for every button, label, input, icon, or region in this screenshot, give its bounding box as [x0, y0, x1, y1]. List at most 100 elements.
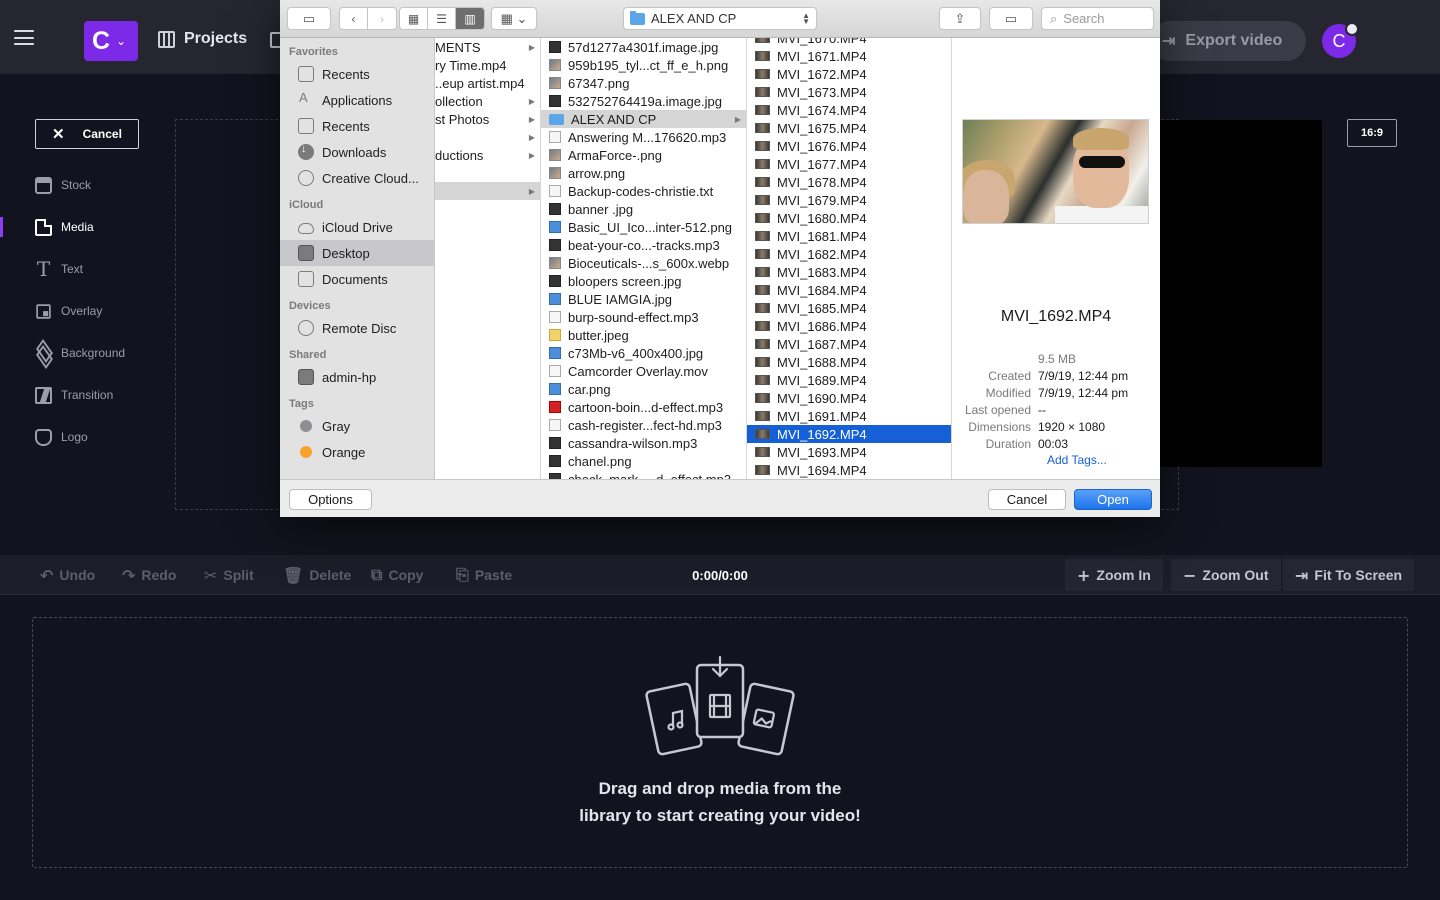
file-row[interactable]: MVI_1682.MP4: [747, 245, 951, 263]
sidebar-item-transition[interactable]: Transition: [0, 374, 170, 416]
tag-button[interactable]: ▭: [989, 7, 1033, 30]
file-row[interactable]: MVI_1670.MP4: [747, 38, 951, 47]
folder-row[interactable]: [435, 164, 540, 182]
search-field[interactable]: ⌕ Search: [1041, 7, 1154, 30]
icon-view-button[interactable]: ▦: [400, 8, 428, 29]
file-row[interactable]: MVI_1689.MP4: [747, 371, 951, 389]
file-row[interactable]: MVI_1690.MP4: [747, 389, 951, 407]
folder-row[interactable]: ▶: [435, 128, 540, 146]
folder-row[interactable]: ductions ▶: [435, 146, 540, 164]
file-row[interactable]: MVI_1684.MP4: [747, 281, 951, 299]
add-tags-link[interactable]: Add Tags...: [1047, 453, 1107, 467]
file-row[interactable]: MVI_1687.MP4: [747, 335, 951, 353]
file-row[interactable]: 959b195_tyl...ct_ff_e_h.png: [541, 56, 746, 74]
file-row[interactable]: MVI_1675.MP4: [747, 119, 951, 137]
file-row[interactable]: MVI_1677.MP4: [747, 155, 951, 173]
menu-icon[interactable]: [14, 30, 34, 45]
sidebar-item-icloud-drive[interactable]: iCloud Drive: [280, 214, 434, 240]
back-button[interactable]: ‹: [340, 8, 368, 29]
file-row[interactable]: check_mark_...d_effect.mp3: [541, 470, 746, 479]
zoom-in-button[interactable]: + Zoom In: [1065, 559, 1163, 591]
file-row[interactable]: MVI_1681.MP4: [747, 227, 951, 245]
sidebar-item-media[interactable]: Media: [0, 206, 170, 248]
sidebar-item-downloads[interactable]: Downloads: [280, 139, 434, 165]
folder-row[interactable]: st Photos ▶: [435, 110, 540, 128]
list-view-button[interactable]: ☰: [428, 8, 456, 29]
folder-row[interactable]: MENTS ▶: [435, 38, 540, 56]
sidebar-item-admin-hp[interactable]: admin-hp: [280, 364, 434, 390]
sidebar-item-overlay[interactable]: Overlay: [0, 290, 170, 332]
sidebar-item-logo[interactable]: Logo: [0, 416, 170, 458]
file-row[interactable]: MVI_1693.MP4: [747, 443, 951, 461]
file-row[interactable]: MVI_1686.MP4: [747, 317, 951, 335]
sidebar-item-applications[interactable]: Applications: [280, 87, 434, 113]
file-row[interactable]: ALEX AND CP ▶: [541, 110, 746, 128]
file-row[interactable]: banner .jpg: [541, 200, 746, 218]
file-row[interactable]: Backup-codes-christie.txt: [541, 182, 746, 200]
group-by-button[interactable]: ▦ ⌄: [491, 7, 537, 30]
file-row[interactable]: ArmaForce-.png: [541, 146, 746, 164]
folder-row[interactable]: ry Time.mp4: [435, 56, 540, 74]
options-button[interactable]: Options: [289, 489, 372, 510]
file-row[interactable]: bloopers screen.jpg: [541, 272, 746, 290]
cancel-button[interactable]: ✕ Cancel: [35, 119, 139, 149]
file-row[interactable]: MVI_1688.MP4: [747, 353, 951, 371]
aspect-ratio-button[interactable]: 16:9: [1347, 119, 1397, 147]
folder-row[interactable]: ..eup artist.mp4: [435, 74, 540, 92]
brand-menu-button[interactable]: C ⌄: [84, 21, 138, 61]
file-row[interactable]: burp-sound-effect.mp3: [541, 308, 746, 326]
file-row[interactable]: Camcorder Overlay.mov: [541, 362, 746, 380]
folder-row[interactable]: ollection ▶: [435, 92, 540, 110]
file-row[interactable]: 67347.png: [541, 74, 746, 92]
file-row[interactable]: car.png: [541, 380, 746, 398]
file-row[interactable]: MVI_1694.MP4: [747, 461, 951, 479]
file-row[interactable]: MVI_1671.MP4: [747, 47, 951, 65]
file-row[interactable]: MVI_1676.MP4: [747, 137, 951, 155]
file-row[interactable]: Basic_UI_Ico...inter-512.png: [541, 218, 746, 236]
file-row[interactable]: MVI_1679.MP4: [747, 191, 951, 209]
sidebar-item-desktop[interactable]: Desktop: [280, 240, 434, 266]
sidebar-item-tag-gray[interactable]: Gray: [280, 413, 434, 439]
file-row[interactable]: MVI_1678.MP4: [747, 173, 951, 191]
sidebar-item-creative-cloud[interactable]: Creative Cloud...: [280, 165, 434, 191]
file-row[interactable]: butter.jpeg: [541, 326, 746, 344]
file-row[interactable]: beat-your-co...-tracks.mp3: [541, 236, 746, 254]
sidebar-item-background[interactable]: Background: [0, 332, 170, 374]
sidebar-item-remote-disc[interactable]: Remote Disc: [280, 315, 434, 341]
dialog-cancel-button[interactable]: Cancel: [988, 489, 1066, 510]
undo-button[interactable]: ↶ Undo: [40, 555, 95, 595]
split-button[interactable]: ✂ Split: [204, 555, 254, 595]
sidebar-item-documents[interactable]: Documents: [280, 266, 434, 292]
path-dropdown[interactable]: ALEX AND CP ▲ ▼: [623, 7, 817, 30]
zoom-out-button[interactable]: − Zoom Out: [1171, 559, 1281, 591]
file-row[interactable]: cartoon-boin...d-effect.mp3: [541, 398, 746, 416]
file-row[interactable]: Answering M...176620.mp3: [541, 128, 746, 146]
file-row[interactable]: chanel.png: [541, 452, 746, 470]
delete-button[interactable]: 🗑 Delete: [283, 555, 351, 595]
open-button[interactable]: Open: [1074, 489, 1152, 510]
redo-button[interactable]: ↷ Redo: [122, 555, 176, 595]
paste-button[interactable]: ⎘ Paste: [456, 555, 512, 595]
sidebar-item-text[interactable]: T Text: [0, 248, 170, 290]
file-row[interactable]: MVI_1691.MP4: [747, 407, 951, 425]
column-view-button[interactable]: ▥: [456, 8, 484, 29]
sidebar-toggle-button[interactable]: ▭: [287, 7, 331, 30]
file-row[interactable]: MVI_1683.MP4: [747, 263, 951, 281]
export-video-button[interactable]: ⇥ Export video: [1150, 21, 1306, 61]
folder-row[interactable]: ▶: [435, 182, 540, 200]
copy-button[interactable]: ⧉ Copy: [371, 555, 423, 595]
file-row[interactable]: c73Mb-v6_400x400.jpg: [541, 344, 746, 362]
sidebar-item-recents-2[interactable]: Recents: [280, 113, 434, 139]
projects-button[interactable]: Projects: [158, 30, 247, 48]
file-row[interactable]: MVI_1680.MP4: [747, 209, 951, 227]
fit-to-screen-button[interactable]: ⇥ Fit To Screen: [1283, 559, 1415, 591]
file-row[interactable]: arrow.png: [541, 164, 746, 182]
file-row[interactable]: cassandra-wilson.mp3: [541, 434, 746, 452]
file-row[interactable]: 532752764419a.image.jpg: [541, 92, 746, 110]
forward-button[interactable]: ›: [368, 8, 396, 29]
file-row[interactable]: MVI_1692.MP4: [747, 425, 951, 443]
file-row[interactable]: BLUE IAMGIA.jpg: [541, 290, 746, 308]
file-row[interactable]: 57d1277a4301f.image.jpg: [541, 38, 746, 56]
file-row[interactable]: Bioceuticals-...s_600x.webp: [541, 254, 746, 272]
file-row[interactable]: MVI_1685.MP4: [747, 299, 951, 317]
